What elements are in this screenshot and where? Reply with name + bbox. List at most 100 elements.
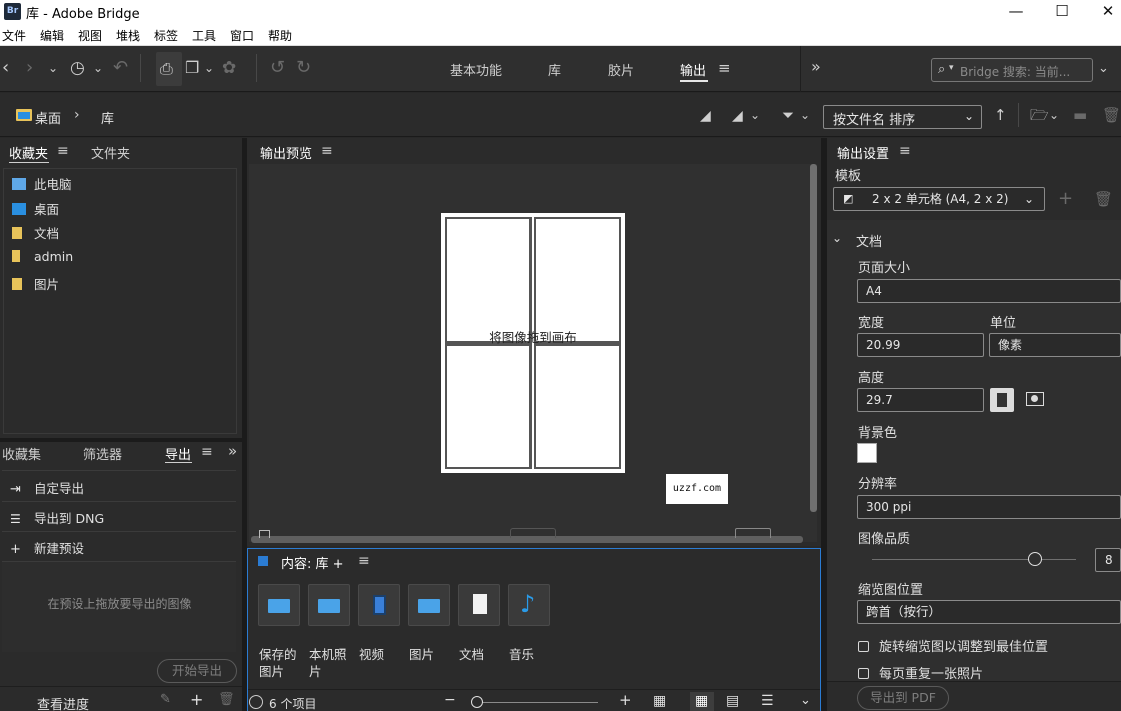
grid-lock-icon[interactable]: ▦ xyxy=(653,693,666,709)
filter-icon[interactable]: ⏷ xyxy=(782,105,794,125)
view-list-icon[interactable]: ☰ xyxy=(761,693,774,709)
add-template-icon[interactable]: + xyxy=(1058,188,1073,209)
chevron-down-icon[interactable]: ⌄ xyxy=(48,58,58,78)
trash-icon[interactable]: 🗑 xyxy=(218,692,235,707)
breadcrumb-separator-icon[interactable]: › xyxy=(74,107,80,123)
page-cell[interactable] xyxy=(445,217,532,343)
zoom-out-icon[interactable]: − xyxy=(444,692,456,708)
saved-pictures-icon[interactable] xyxy=(258,584,300,626)
tab-favorites[interactable]: 收藏夹 xyxy=(9,143,48,162)
start-export-button[interactable]: 开始导出 xyxy=(157,659,237,683)
tab-filter[interactable]: 筛选器 xyxy=(83,444,122,463)
page-cell[interactable] xyxy=(534,343,621,469)
favorite-desktop[interactable]: 桌面 xyxy=(12,199,59,219)
breadcrumb-root[interactable]: 桌面 xyxy=(35,108,61,127)
content-item-label[interactable]: 文档 xyxy=(459,646,505,663)
workspace-libraries[interactable]: 库 xyxy=(548,60,561,79)
rotate-right-icon[interactable]: ↻ xyxy=(296,58,311,78)
menu-tools[interactable]: 工具 xyxy=(192,27,216,44)
content-item-label[interactable]: 图片 xyxy=(409,646,455,663)
get-photos-button[interactable]: ⎙ xyxy=(156,52,182,86)
rotate-thumbnail-checkbox[interactable] xyxy=(858,641,869,652)
workspace-essentials[interactable]: 基本功能 xyxy=(450,60,502,79)
favorite-documents[interactable]: 文档 xyxy=(12,223,59,243)
expand-panel-icon[interactable]: » xyxy=(228,442,237,460)
tab-folders[interactable]: 文件夹 xyxy=(91,143,130,162)
panel-menu-icon[interactable]: ≡ xyxy=(321,143,333,159)
panel-menu-icon[interactable]: ≡ xyxy=(57,143,69,159)
content-item-label[interactable]: 本机照片 xyxy=(309,646,355,680)
thumbnail-slider-handle[interactable] xyxy=(471,696,483,708)
menu-edit[interactable]: 编辑 xyxy=(40,27,64,44)
export-to-pdf-button[interactable]: 导出到 PDF xyxy=(857,686,949,710)
panel-menu-icon[interactable]: ≡ xyxy=(201,444,213,460)
thumbnail-size-slider[interactable] xyxy=(478,702,598,703)
unit-dropdown[interactable]: 像素 xyxy=(989,333,1121,357)
menu-file[interactable]: 文件 xyxy=(2,27,26,44)
content-item-label[interactable]: 音乐 xyxy=(509,646,555,663)
tab-collections[interactable]: 收藏集 xyxy=(2,444,41,463)
view-thumbnails-button[interactable]: ▦ xyxy=(690,692,714,711)
search-box[interactable]: ⌕ ▾ Bridge 搜索: 当前... xyxy=(931,58,1093,82)
chevron-down-icon[interactable]: ⌄ xyxy=(800,693,811,708)
resolution-dropdown[interactable]: 300 ppi xyxy=(857,495,1121,519)
open-recent-icon[interactable]: 🗁 xyxy=(1030,105,1049,125)
more-workspaces-icon[interactable]: » xyxy=(811,57,821,76)
thumbnail-position-dropdown[interactable]: 跨首（按行） xyxy=(857,600,1121,624)
search-input[interactable]: Bridge 搜索: 当前... xyxy=(960,63,1070,80)
recent-history-icon[interactable]: ◷ xyxy=(70,58,85,78)
close-button[interactable]: ✕ xyxy=(1085,0,1121,24)
sort-dropdown[interactable]: 按文件名 排序 ⌄ xyxy=(823,105,982,129)
pictures-library-icon[interactable] xyxy=(408,584,450,626)
favorite-admin[interactable]: admin xyxy=(12,249,73,269)
panel-menu-icon[interactable]: ≡ xyxy=(358,553,370,569)
breadcrumb-current[interactable]: 库 xyxy=(101,108,114,127)
repeat-photo-option[interactable]: 每页重复一张照片 xyxy=(858,663,983,682)
page-number-field[interactable] xyxy=(735,528,771,538)
minimize-button[interactable]: — xyxy=(993,0,1039,24)
export-to-dng[interactable]: ☰ 导出到 DNG xyxy=(10,508,104,527)
content-item-label[interactable]: 保存的图片 xyxy=(259,646,305,680)
collapse-section-icon[interactable]: ⌄ xyxy=(832,231,842,245)
menu-view[interactable]: 视图 xyxy=(78,27,102,44)
new-preset[interactable]: + 新建预设 xyxy=(10,538,84,557)
export-custom[interactable]: ⇥ 自定导出 xyxy=(10,478,84,497)
panel-menu-icon[interactable]: ≡ xyxy=(899,143,911,159)
favorite-this-pc[interactable]: 此电脑 xyxy=(12,174,72,194)
portrait-orientation-button[interactable] xyxy=(990,388,1014,412)
background-color-swatch[interactable] xyxy=(857,443,877,463)
page-cell[interactable] xyxy=(445,343,532,469)
quality-icon[interactable]: ◢ xyxy=(700,106,711,126)
documents-library-icon[interactable] xyxy=(458,584,500,626)
camera-roll-icon[interactable] xyxy=(308,584,350,626)
image-quality-field[interactable]: 8 xyxy=(1095,548,1121,572)
trash-icon[interactable]: 🗑 xyxy=(1102,105,1121,125)
refresh-preview-button[interactable] xyxy=(510,528,556,538)
chevron-down-icon[interactable]: ⌄ xyxy=(750,105,760,125)
menu-window[interactable]: 窗口 xyxy=(230,27,254,44)
preview-scrollbar-vertical[interactable] xyxy=(810,164,817,512)
width-field[interactable]: 20.99 xyxy=(857,333,984,357)
chevron-down-icon[interactable]: ⌄ xyxy=(1098,59,1109,79)
template-dropdown[interactable]: ◩ 2 x 2 单元格 (A4, 2 x 2) ⌄ xyxy=(833,187,1045,211)
menu-stacks[interactable]: 堆栈 xyxy=(116,27,140,44)
add-preset-icon[interactable]: + xyxy=(190,690,203,709)
export-drop-zone[interactable]: 在预设上拖放要导出的图像 xyxy=(2,562,236,652)
menu-help[interactable]: 帮助 xyxy=(268,27,292,44)
page-size-dropdown[interactable]: A4 xyxy=(857,279,1121,303)
workspace-menu-icon[interactable]: ≡ xyxy=(718,59,731,77)
page-cell[interactable] xyxy=(534,217,621,343)
rotate-thumbnail-option[interactable]: 旋转缩览图以调整到最佳位置 xyxy=(858,636,1048,655)
back-icon[interactable]: ‹ xyxy=(2,58,9,78)
forward-icon[interactable]: › xyxy=(26,58,33,78)
landscape-orientation-button[interactable] xyxy=(1026,392,1044,406)
chevron-down-icon[interactable]: ⌄ xyxy=(93,58,103,78)
workspace-filmstrip[interactable]: 胶片 xyxy=(608,60,634,79)
edit-icon[interactable]: ✎ xyxy=(160,692,171,707)
tab-export[interactable]: 导出 xyxy=(165,444,191,463)
view-progress-link[interactable]: 查看进度 xyxy=(37,694,89,711)
delete-template-icon[interactable]: 🗑 xyxy=(1094,190,1113,208)
repeat-photo-checkbox[interactable] xyxy=(858,668,869,679)
workspace-output[interactable]: 输出 xyxy=(680,60,706,79)
chevron-down-icon[interactable]: ⌄ xyxy=(800,105,810,125)
